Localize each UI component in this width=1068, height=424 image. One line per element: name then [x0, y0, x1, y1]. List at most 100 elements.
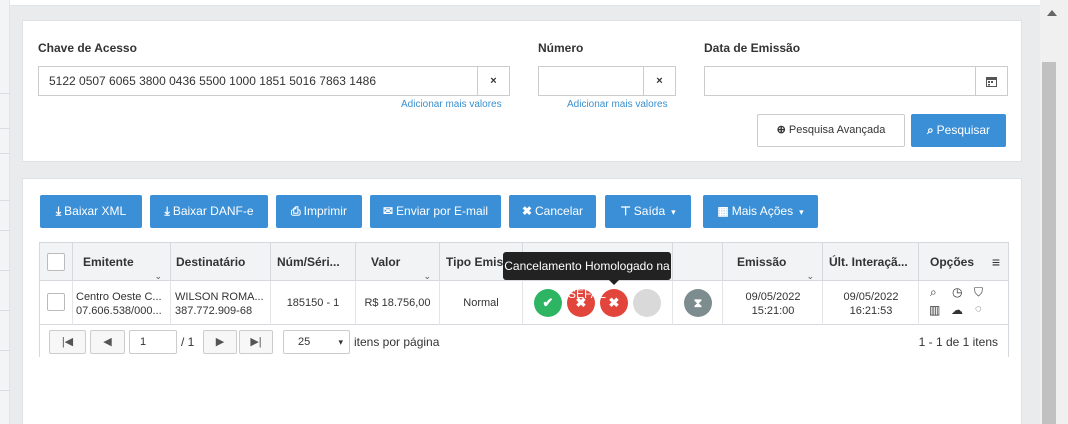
cell-emissao: 09/05/2022 15:21:00	[723, 281, 823, 325]
per-page-select[interactable]: 25 ▾	[283, 330, 350, 354]
cell-destinatario: WILSON ROMA... 387.772.909-68	[171, 281, 271, 325]
baixar-xml-label: Baixar XML	[64, 204, 127, 218]
download-icon: ⤓	[55, 204, 62, 218]
baixar-xml-button[interactable]: ⤓ Baixar XML	[40, 195, 142, 228]
pending-status-icon[interactable]	[633, 289, 661, 317]
cell-opcoes: ⌕ ◷ ⛉ ▥ ☁ ◌	[919, 281, 1008, 325]
search-icon[interactable]: ⌕	[930, 285, 937, 300]
chevron-down-icon: ▾	[671, 207, 676, 217]
col-opcoes-label: Opções	[930, 255, 975, 269]
col-destinatario[interactable]: Destinatário	[171, 243, 271, 281]
imprimir-button[interactable]: ⎙ Imprimir	[276, 195, 362, 228]
col-ultima-label: Últ. Interaçã...	[829, 255, 908, 269]
tags-icon[interactable]: ⛉	[974, 285, 983, 300]
col-sefaz[interactable]	[673, 243, 723, 281]
col-emitente[interactable]: Emitente ⌄	[73, 243, 171, 281]
authorized-check-icon[interactable]: ✔	[534, 289, 562, 317]
cloud-upload-icon[interactable]: ☁	[951, 303, 963, 317]
search-panel: Chave de Acesso 5122 0507 6065 3800 0436…	[22, 20, 1022, 162]
cell-valor: R$ 18.756,00	[356, 281, 440, 325]
numero-add-more-link[interactable]: Adicionar mais valores	[567, 99, 668, 110]
cell-sefaz: ⧗	[673, 281, 723, 325]
emitente-name: Centro Oeste C...	[76, 291, 162, 303]
comment-icon[interactable]: ◌	[975, 303, 982, 315]
emissao-time: 15:21:00	[751, 305, 795, 317]
table-row[interactable]: Centro Oeste C... 07.606.538/000... WILS…	[40, 281, 1008, 325]
chave-input[interactable]: 5122 0507 6065 3800 0436 5500 1000 1851 …	[38, 66, 478, 96]
sidebar-divider	[0, 350, 10, 351]
col-ultima-interacao[interactable]: Últ. Interaçã...	[823, 243, 919, 281]
col-numero[interactable]: Núm/Séri...	[271, 243, 356, 281]
grid-icon: ▦	[717, 204, 729, 218]
advanced-search-label: Pesquisa Avançada	[788, 124, 886, 136]
search-button[interactable]: ⌕ Pesquisar	[911, 114, 1006, 147]
clock-icon[interactable]: ◷	[952, 285, 962, 299]
first-page-button[interactable]: |◀	[49, 330, 86, 354]
numero-label: Número	[538, 41, 584, 55]
page-input[interactable]: 1	[129, 330, 177, 354]
chevron-down-icon: ⌄	[423, 271, 431, 281]
sidebar-divider	[0, 310, 10, 311]
scrollbar[interactable]	[1040, 0, 1068, 424]
last-page-button[interactable]: ▶|	[239, 330, 273, 354]
row-checkbox[interactable]	[47, 293, 65, 311]
sidebar-divider	[0, 93, 10, 94]
sidebar-divider	[0, 230, 10, 231]
col-tipo-label: Tipo Emis	[446, 255, 504, 269]
data-label: Data de Emissão	[704, 41, 801, 55]
signpost-icon: ⊤	[620, 204, 631, 218]
map-icon[interactable]: ▥	[929, 303, 940, 317]
cancelar-button[interactable]: ✖ Cancelar	[509, 195, 596, 228]
col-numero-label: Núm/Séri...	[277, 255, 340, 269]
saida-dropdown[interactable]: ⊤ Saída ▾	[605, 195, 691, 228]
menu-icon[interactable]: ≡	[992, 243, 1000, 281]
col-destinatario-label: Destinatário	[176, 255, 246, 269]
sidebar-divider	[0, 128, 10, 129]
numero-input[interactable]	[538, 66, 644, 96]
chave-add-more-link[interactable]: Adicionar mais valores	[401, 99, 502, 110]
calendar-button[interactable]	[976, 66, 1008, 96]
left-sidebar-strip	[0, 0, 10, 424]
destinatario-name: WILSON ROMA...	[175, 291, 264, 303]
cell-tipo: Normal	[440, 281, 523, 325]
cell-numero: 185150 - 1	[271, 281, 356, 325]
calendar-icon	[986, 77, 997, 87]
baixar-danfe-button[interactable]: ⤓ Baixar DANF-e	[150, 195, 268, 228]
ultima-time: 16:21:53	[849, 305, 893, 317]
next-page-button[interactable]: ▶	[203, 330, 237, 354]
scroll-up-icon[interactable]	[1047, 10, 1057, 16]
prev-page-button[interactable]: ◀	[90, 330, 125, 354]
top-bar	[10, 0, 1040, 6]
download-icon: ⤓	[164, 204, 170, 218]
enviar-email-button[interactable]: ✉ Enviar por E-mail	[370, 195, 501, 228]
envelope-icon: ✉	[382, 204, 394, 218]
scrollbar-thumb[interactable]	[1042, 62, 1056, 424]
chevron-down-icon: ⌄	[806, 271, 814, 281]
sidebar-divider	[0, 270, 10, 271]
col-valor[interactable]: Valor ⌄	[356, 243, 440, 281]
close-icon: ✖	[521, 204, 533, 218]
sidebar-divider	[0, 200, 10, 201]
chevron-down-icon: ⌄	[154, 271, 162, 281]
chevron-down-icon: ▾	[338, 337, 343, 347]
col-opcoes[interactable]: Opções ≡	[919, 243, 1008, 281]
emissao-date: 09/05/2022	[745, 291, 801, 303]
numero-clear-button[interactable]: ×	[644, 66, 676, 96]
col-emissao[interactable]: Emissão ⌄	[723, 243, 823, 281]
hourglass-icon[interactable]: ⧗	[684, 289, 712, 317]
ultima-date: 09/05/2022	[843, 291, 899, 303]
cancelar-label: Cancelar	[535, 204, 584, 218]
data-input[interactable]	[704, 66, 976, 96]
mais-acoes-dropdown[interactable]: ▦ Mais Ações ▾	[703, 195, 818, 228]
cell-emitente: Centro Oeste C... 07.606.538/000...	[73, 281, 171, 325]
print-icon: ⎙	[291, 204, 301, 218]
select-all-checkbox[interactable]	[47, 253, 65, 271]
search-icon: ⌕	[926, 123, 934, 137]
emitente-doc: 07.606.538/000...	[76, 305, 162, 317]
imprimir-label: Imprimir	[303, 204, 347, 218]
cell-ultima: 09/05/2022 16:21:53	[823, 281, 919, 325]
tooltip-arrow	[609, 280, 619, 285]
chave-clear-button[interactable]: ×	[478, 66, 510, 96]
col-valor-label: Valor	[371, 255, 401, 269]
advanced-search-button[interactable]: ⊕ Pesquisa Avançada	[757, 114, 905, 147]
